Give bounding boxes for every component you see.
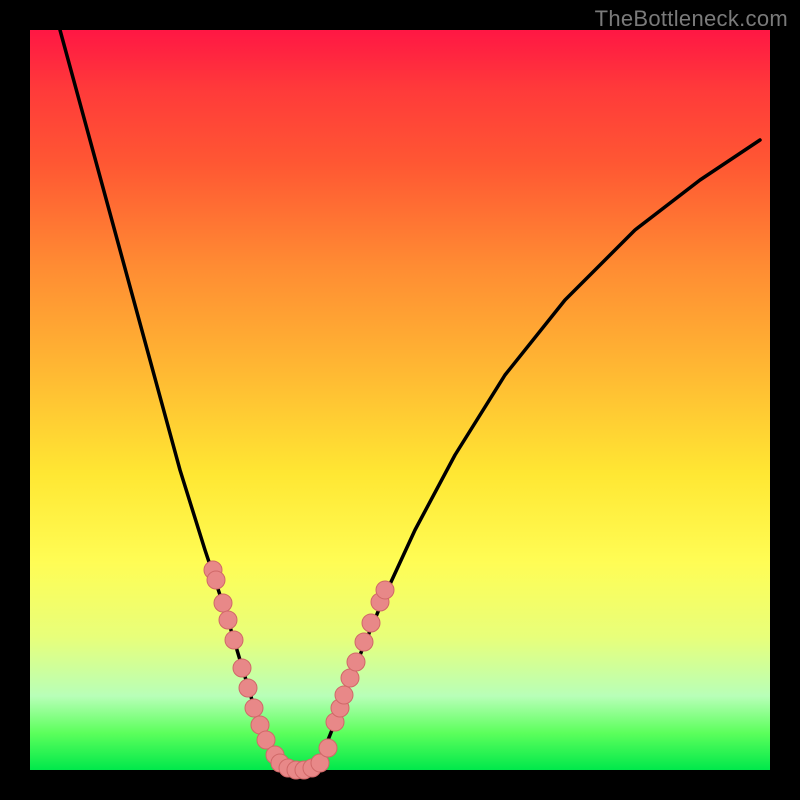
- data-marker: [239, 679, 257, 697]
- data-marker: [355, 633, 373, 651]
- chart-svg: [30, 30, 770, 770]
- data-marker: [233, 659, 251, 677]
- data-marker: [362, 614, 380, 632]
- curve-left-curve: [60, 30, 292, 770]
- data-marker: [245, 699, 263, 717]
- data-marker: [376, 581, 394, 599]
- data-marker: [347, 653, 365, 671]
- data-marker: [219, 611, 237, 629]
- data-marker: [225, 631, 243, 649]
- curve-right-curve: [315, 140, 760, 770]
- marker-layer: [204, 561, 394, 779]
- data-marker: [341, 669, 359, 687]
- data-marker: [319, 739, 337, 757]
- curve-layer: [60, 30, 760, 770]
- data-marker: [335, 686, 353, 704]
- watermark-label: TheBottleneck.com: [595, 6, 788, 32]
- data-marker: [214, 594, 232, 612]
- data-marker: [207, 571, 225, 589]
- chart-plot-area: [30, 30, 770, 770]
